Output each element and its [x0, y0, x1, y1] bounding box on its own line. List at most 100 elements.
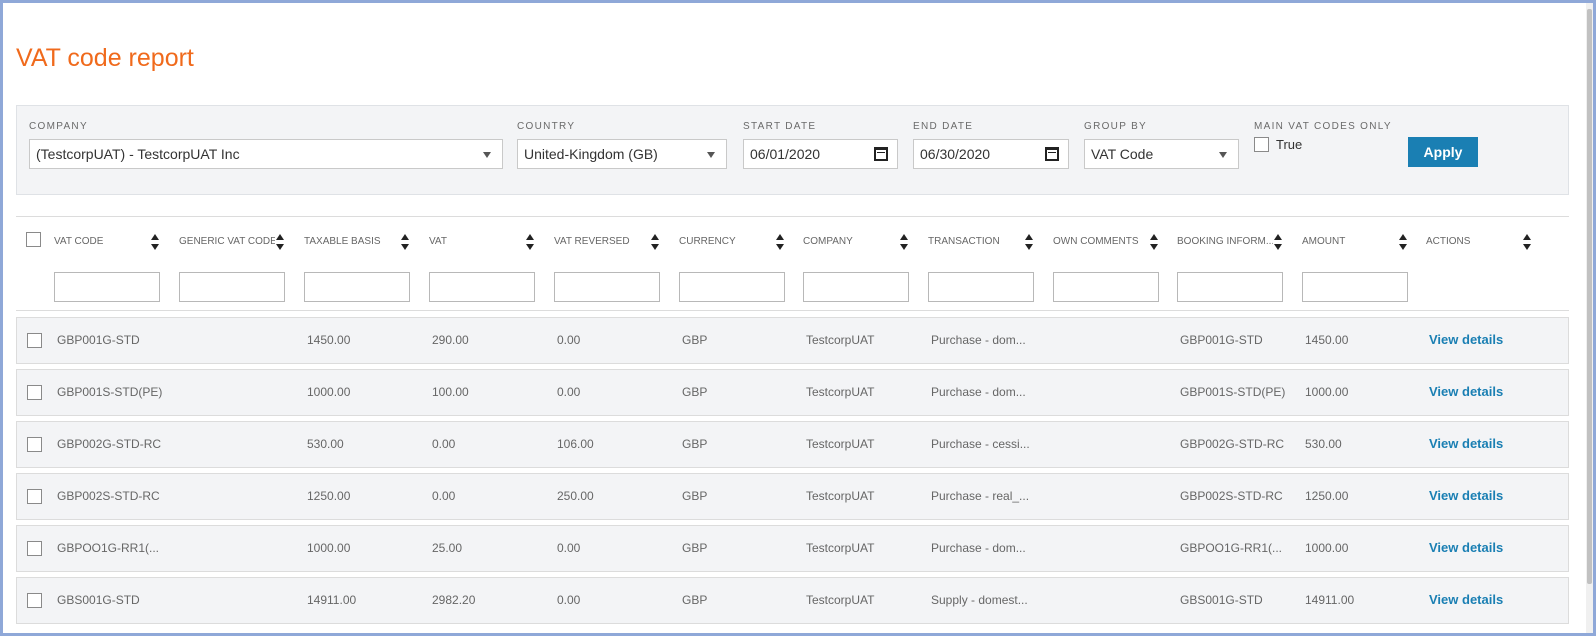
- sort-icon[interactable]: [776, 233, 784, 251]
- table-row: GBP002G-STD-RC 530.00 0.00 106.00 GBP Testcor…: [16, 421, 1569, 468]
- cell-booking: GBS001G-STD: [1180, 593, 1263, 607]
- main-vat-option: True: [1276, 137, 1303, 152]
- country-select[interactable]: United-Kingdom (GB): [517, 139, 727, 169]
- table-row: GBP001G-STD 1450.00 290.00 0.00 GBP TestcorpU…: [16, 317, 1569, 364]
- column-header[interactable]: GENERIC VAT CODE: [179, 233, 291, 253]
- table-row: GBS001G-STD 14911.00 2982.20 0.00 GBP Testcor…: [16, 577, 1569, 624]
- view-details-link[interactable]: View details: [1429, 540, 1503, 555]
- company-value: (TestcorpUAT) - TestcorpUAT Inc: [36, 146, 240, 162]
- row-checkbox[interactable]: [27, 489, 42, 504]
- cell-amount: 530.00: [1305, 437, 1342, 451]
- column-header[interactable]: VAT: [429, 233, 541, 253]
- table-row: GBP002S-STD-RC 1250.00 0.00 250.00 GBP Testco…: [16, 473, 1569, 520]
- column-filter-input[interactable]: [1302, 272, 1408, 302]
- company-label: COMPANY: [29, 121, 88, 132]
- table-row: GBPOO1G-RR1(... 1000.00 25.00 0.00 GBP Testco…: [16, 525, 1569, 572]
- column-filter-input[interactable]: [679, 272, 785, 302]
- column-filter-input[interactable]: [554, 272, 660, 302]
- row-checkbox[interactable]: [27, 333, 42, 348]
- view-details-link[interactable]: View details: [1429, 488, 1503, 503]
- view-details-link[interactable]: View details: [1429, 592, 1503, 607]
- group-by-label: GROUP BY: [1084, 121, 1148, 132]
- column-filter-input[interactable]: [928, 272, 1034, 302]
- cell-vat: 0.00: [432, 489, 456, 503]
- cell-currency: GBP: [682, 593, 708, 607]
- column-header[interactable]: TRANSACTION: [928, 233, 1040, 253]
- page-scrollbar[interactable]: [1586, 3, 1593, 633]
- chevron-down-icon: [707, 152, 715, 158]
- sort-icon[interactable]: [526, 233, 534, 251]
- sort-icon[interactable]: [651, 233, 659, 251]
- country-label: COUNTRY: [517, 121, 576, 132]
- calendar-icon[interactable]: [1045, 147, 1059, 161]
- table-header: VAT CODE GENERIC VAT CODE TAXABLE BASIS VAT…: [16, 216, 1569, 311]
- cell-vat-code: GBP002G-STD-RC: [57, 437, 162, 451]
- group-by-filter: GROUP BY VAT Code: [1084, 121, 1239, 169]
- column-header[interactable]: VAT REVERSED: [554, 233, 666, 253]
- main-vat-label: MAIN VAT CODES ONLY: [1254, 121, 1392, 132]
- column-filter-input[interactable]: [304, 272, 410, 302]
- scrollbar-thumb[interactable]: [1587, 9, 1592, 584]
- cell-vat-code: GBS001G-STD: [57, 593, 140, 607]
- view-details-link[interactable]: View details: [1429, 384, 1503, 399]
- end-date-input[interactable]: 06/30/2020: [913, 139, 1069, 169]
- sort-icon[interactable]: [151, 233, 159, 251]
- column-filter-input[interactable]: [1053, 272, 1159, 302]
- cell-company: TestcorpUAT: [806, 385, 875, 399]
- sort-icon[interactable]: [900, 233, 908, 251]
- sort-icon[interactable]: [401, 233, 409, 251]
- cell-currency: GBP: [682, 333, 708, 347]
- view-details-link[interactable]: View details: [1429, 436, 1503, 451]
- row-checkbox[interactable]: [27, 385, 42, 400]
- sort-icon[interactable]: [1150, 233, 1158, 251]
- cell-vat: 2982.20: [432, 593, 476, 607]
- cell-amount: 1450.00: [1305, 333, 1349, 347]
- column-header[interactable]: BOOKING INFORM...: [1177, 233, 1289, 253]
- sort-icon[interactable]: [1274, 233, 1282, 251]
- group-by-select[interactable]: VAT Code: [1084, 139, 1239, 169]
- cell-reversed: 0.00: [557, 593, 581, 607]
- cell-taxable: 1450.00: [307, 333, 351, 347]
- sort-icon[interactable]: [276, 233, 284, 251]
- cell-taxable: 14911.00: [307, 593, 357, 607]
- cell-booking: GBP001S-STD(PE): [1180, 385, 1286, 399]
- row-checkbox[interactable]: [27, 593, 42, 608]
- cell-vat-code: GBP001G-STD: [57, 333, 140, 347]
- column-header[interactable]: VAT CODE: [54, 233, 166, 253]
- view-details-link[interactable]: View details: [1429, 332, 1503, 347]
- column-header[interactable]: TAXABLE BASIS: [304, 233, 416, 253]
- cell-company: TestcorpUAT: [806, 541, 875, 555]
- column-header-label: GENERIC VAT CODE: [179, 236, 275, 247]
- row-checkbox[interactable]: [27, 437, 42, 452]
- filter-panel: COMPANY (TestcorpUAT) - TestcorpUAT Inc …: [16, 105, 1569, 195]
- company-select[interactable]: (TestcorpUAT) - TestcorpUAT Inc: [29, 139, 503, 169]
- start-date-label: START DATE: [743, 121, 817, 132]
- main-vat-checkbox[interactable]: [1254, 137, 1269, 152]
- apply-button[interactable]: Apply: [1408, 137, 1478, 167]
- column-filter-input[interactable]: [179, 272, 285, 302]
- column-header-label: COMPANY: [803, 236, 853, 247]
- column-header[interactable]: COMPANY: [803, 233, 915, 253]
- column-header[interactable]: AMOUNT: [1302, 233, 1414, 253]
- column-filter-input[interactable]: [803, 272, 909, 302]
- cell-reversed: 0.00: [557, 541, 581, 555]
- start-date-input[interactable]: 06/01/2020: [743, 139, 898, 169]
- column-header-label: BOOKING INFORM...: [1177, 236, 1273, 247]
- column-filter-input[interactable]: [54, 272, 160, 302]
- end-date-label: END DATE: [913, 121, 974, 132]
- column-filter-input[interactable]: [1177, 272, 1283, 302]
- sort-icon[interactable]: [1523, 233, 1531, 251]
- cell-transaction: Purchase - dom...: [931, 541, 1026, 555]
- calendar-icon[interactable]: [874, 147, 888, 161]
- column-header[interactable]: CURRENCY: [679, 233, 791, 253]
- select-all-checkbox[interactable]: [26, 232, 41, 247]
- column-filter-input[interactable]: [429, 272, 535, 302]
- column-header[interactable]: OWN COMMENTS: [1053, 233, 1165, 253]
- row-checkbox[interactable]: [27, 541, 42, 556]
- sort-icon[interactable]: [1399, 233, 1407, 251]
- chevron-down-icon: [1219, 152, 1227, 158]
- column-header[interactable]: ACTIONS: [1426, 233, 1538, 253]
- sort-icon[interactable]: [1025, 233, 1033, 251]
- table-row: GBP001S-STD(PE) 1000.00 100.00 0.00 GBP Testc…: [16, 369, 1569, 416]
- cell-booking: GBP002G-STD-RC: [1180, 437, 1285, 451]
